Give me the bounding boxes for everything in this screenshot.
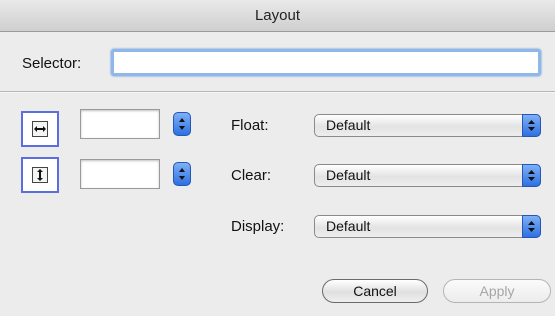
select-arrows-icon <box>522 164 541 187</box>
display-select-value: Default <box>326 218 371 234</box>
height-input[interactable] <box>80 159 160 189</box>
display-select[interactable]: Default <box>314 215 541 238</box>
width-stepper[interactable] <box>173 112 191 136</box>
display-label: Display: <box>231 218 285 235</box>
divider <box>0 91 555 93</box>
height-icon[interactable] <box>21 157 59 193</box>
float-select-value: Default <box>326 117 371 133</box>
window-title: Layout <box>0 0 555 32</box>
clear-select[interactable]: Default <box>314 164 541 187</box>
select-arrows-icon <box>522 215 541 238</box>
float-label: Float: <box>231 117 269 134</box>
width-icon[interactable] <box>21 111 59 147</box>
selector-row: Selector: <box>0 32 555 92</box>
cancel-button[interactable]: Cancel <box>322 279 428 303</box>
select-arrows-icon <box>522 114 541 137</box>
float-select[interactable]: Default <box>314 114 541 137</box>
vertical-arrows-icon <box>32 167 48 183</box>
width-input[interactable] <box>80 109 160 139</box>
height-stepper[interactable] <box>173 162 191 186</box>
clear-label: Clear: <box>231 167 272 184</box>
horizontal-arrows-icon <box>32 121 48 137</box>
apply-button[interactable]: Apply <box>443 279 551 303</box>
clear-select-value: Default <box>326 167 371 183</box>
selector-label: Selector: <box>22 55 82 72</box>
selector-input[interactable] <box>111 49 541 76</box>
